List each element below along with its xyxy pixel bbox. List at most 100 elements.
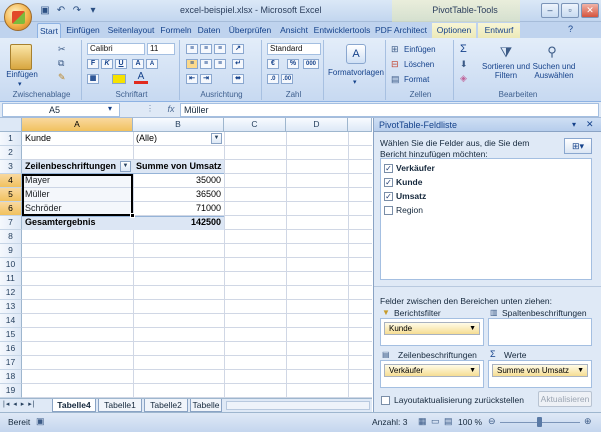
column-header-d[interactable]: D [286,118,348,132]
help-icon[interactable]: ? [568,24,580,36]
column-header-b[interactable]: B [133,118,224,132]
close-icon[interactable]: ✕ [581,3,599,18]
report-filter-item[interactable]: Kunde ▼ [384,322,480,335]
filter-dropdown-icon[interactable]: ▼ [211,133,222,144]
row-header-16[interactable]: 16 [0,342,22,356]
row-header-13[interactable]: 13 [0,300,22,314]
row-header-12[interactable]: 12 [0,286,22,300]
row-header-8[interactable]: 8 [0,230,22,244]
row-header-5[interactable]: 5 [0,188,22,202]
styles-icon[interactable]: A [346,44,366,64]
select-all-corner[interactable] [0,118,22,132]
tab-formeln[interactable]: Formeln [158,23,194,38]
normal-view-icon[interactable]: ▦ [418,416,427,427]
column-header-a[interactable]: A [22,118,133,132]
minimize-icon[interactable]: – [541,3,559,18]
row-header-14[interactable]: 14 [0,314,22,328]
sheet-tab-tabelle4[interactable]: Tabelle4 [52,399,96,412]
defer-update-checkbox[interactable] [381,396,390,405]
italic-button[interactable]: K [101,59,113,69]
cell-a1[interactable]: Kunde [22,132,133,146]
expand-formula-icon[interactable]: ⋮ [146,104,154,113]
find-select-button[interactable]: Suchen und Auswählen [530,62,578,80]
delete-cells-button[interactable]: Löschen [404,60,434,69]
field-layout-button[interactable]: ⊞▾ [564,138,592,154]
tab-daten[interactable]: Daten [195,23,223,38]
align-middle-icon[interactable]: ≡ [200,44,212,54]
decrease-decimal-icon[interactable]: .00 [281,74,293,84]
increase-indent-icon[interactable]: ⇥ [200,74,212,84]
formula-input[interactable]: Müller [180,103,599,117]
sort-filter-icon[interactable]: ⧩ [498,44,514,60]
row-header-6[interactable]: 6 [0,202,22,216]
format-painter-icon[interactable]: ✎ [58,72,66,83]
fill-handle[interactable] [130,213,135,218]
zoom-slider-thumb[interactable] [537,417,542,427]
undo-icon[interactable]: ↶ [54,4,68,17]
sheet-tab-tabelle3[interactable]: Tabelle [190,399,222,412]
row-header-15[interactable]: 15 [0,328,22,342]
row-labels-area[interactable]: Verkäufer ▼ [380,360,484,388]
autosum-button[interactable]: Σ [460,43,467,55]
cell-b3[interactable]: Summe von Umsatz [133,160,224,174]
row-labels-item[interactable]: Verkäufer ▼ [384,364,480,377]
row-header-4[interactable]: 4 [0,174,22,188]
bold-button[interactable]: F [87,59,99,69]
row-header-7[interactable]: 7 [0,216,22,230]
field-label-region[interactable]: Region [396,205,423,215]
fill-color-icon[interactable] [112,74,126,84]
thousands-button[interactable]: 000 [303,59,319,69]
currency-icon[interactable]: € [267,59,279,69]
cell-a3[interactable]: Zeilenbeschriftungen [22,160,122,174]
row-header-1[interactable]: 1 [0,132,22,146]
page-layout-view-icon[interactable]: ▭ [431,416,440,427]
page-break-view-icon[interactable]: ▤ [444,416,453,427]
redo-icon[interactable]: ↷ [70,4,84,17]
update-button[interactable]: Aktualisieren [538,391,592,407]
borders-icon[interactable]: ▦ [87,74,99,84]
cell-b1[interactable]: (Alle) [133,132,213,146]
row-header-17[interactable]: 17 [0,356,22,370]
increase-decimal-icon[interactable]: .0 [267,74,279,84]
delete-cells-icon[interactable]: ⊟ [391,59,399,70]
defer-update-label[interactable]: Layoutaktualisierung zurückstellen [394,395,524,405]
paste-dropdown-icon[interactable]: ▾ [18,80,22,88]
text-orientation-icon[interactable]: ↗ [232,44,244,54]
column-header-c[interactable]: C [224,118,286,132]
column-labels-area[interactable] [488,318,592,346]
insert-cells-icon[interactable]: ⊞ [391,44,399,55]
field-checkbox-umsatz[interactable]: ✓ [384,192,393,201]
font-name-select[interactable]: Calibri [87,43,145,55]
field-label-verkaeufer[interactable]: Verkäufer [396,163,435,173]
horizontal-scrollbar[interactable] [226,401,370,410]
macro-record-icon[interactable]: ▣ [36,416,45,427]
row-header-3[interactable]: 3 [0,160,22,174]
row-header-10[interactable]: 10 [0,258,22,272]
tab-entwurf[interactable]: Entwurf [478,23,520,38]
row-header-18[interactable]: 18 [0,370,22,384]
values-item[interactable]: Summe von Umsatz ▼ [492,364,588,377]
sheet-tab-tabelle2[interactable]: Tabelle2 [144,399,188,412]
sheet-nav-icon[interactable]: |◂ ◂ ▸ ▸| [3,400,36,408]
row-header-2[interactable]: 2 [0,146,22,160]
align-center-icon[interactable]: ≡ [200,59,212,69]
font-size-select[interactable]: 11 [147,43,175,55]
cell-b5[interactable]: 36500 [133,188,224,202]
clear-icon[interactable]: ◈ [460,73,467,84]
insert-function-button[interactable]: fx [164,104,178,116]
maximize-icon[interactable]: ▫ [561,3,579,18]
fill-icon[interactable]: ⬇ [460,59,468,70]
underline-button[interactable]: U [115,59,127,69]
format-cells-icon[interactable]: ▤ [391,74,400,85]
field-label-kunde[interactable]: Kunde [396,177,422,187]
number-format-select[interactable]: Standard [267,43,321,55]
find-select-icon[interactable]: ⚲ [544,44,560,60]
zoom-in-icon[interactable]: ⊕ [584,416,592,427]
spreadsheet-grid[interactable]: A B C D 1 2 3 4 5 6 7 8 9 10 11 12 13 14 15 16 17 18 19 Ku… [0,118,372,398]
name-box[interactable]: A5 [2,103,120,117]
align-right-icon[interactable]: ≡ [214,59,226,69]
row-labels-filter-icon[interactable]: ▼ [120,161,131,172]
zoom-out-icon[interactable]: ⊖ [488,416,496,427]
tab-optionen[interactable]: Optionen [432,23,476,38]
copy-icon[interactable]: ⧉ [58,58,64,69]
